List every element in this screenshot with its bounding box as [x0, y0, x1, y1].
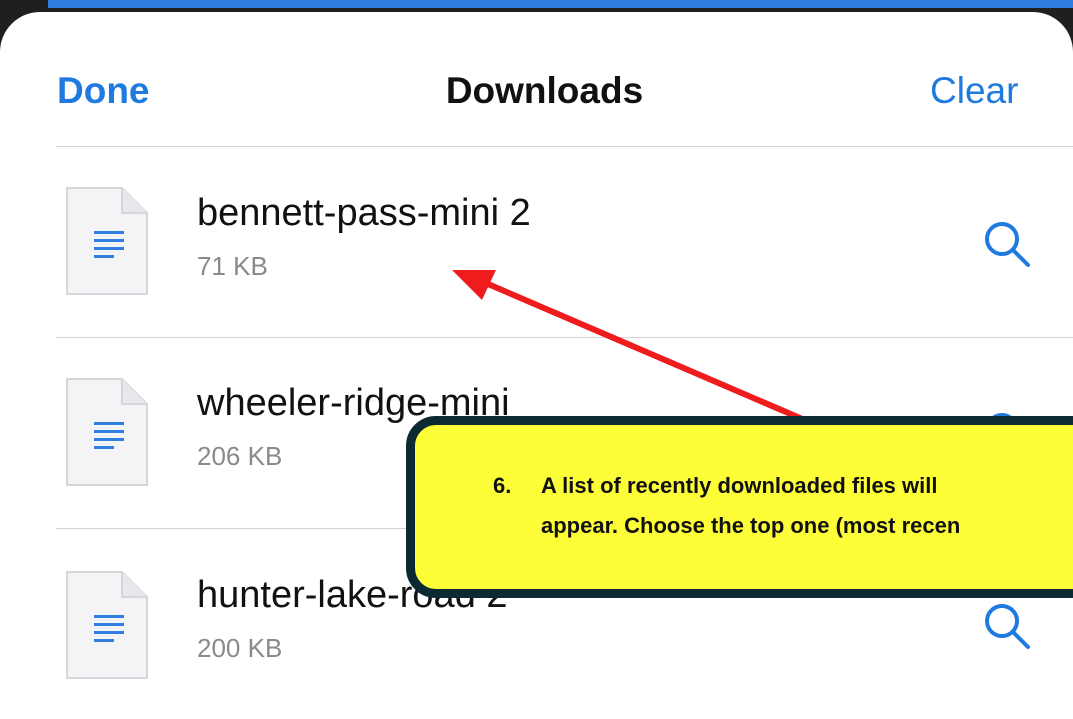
file-size: 206 KB [197, 441, 283, 471]
list-item[interactable]: bennett-pass-mini 2 71 KB [0, 147, 1073, 337]
callout-line-2: appear. Choose the top one (most recen [541, 513, 961, 538]
search-icon[interactable] [980, 217, 1036, 273]
document-icon [66, 378, 148, 486]
callout-text-1: A list of recently downloaded files will [541, 473, 938, 498]
step-number: 6. [493, 473, 512, 498]
downloads-screen: Done Downloads Clear bennett-pass-mini 2… [0, 0, 1073, 719]
background-app-bar [48, 0, 1073, 8]
search-icon[interactable] [980, 599, 1036, 655]
annotation-callout: 6. A list of recently downloaded files wi… [406, 416, 1073, 598]
file-name: bennett-pass-mini 2 [197, 192, 531, 234]
document-icon [66, 571, 148, 679]
callout-line-1: 6. A list of recently downloaded files wi… [493, 473, 937, 499]
document-icon [66, 187, 148, 295]
file-size: 200 KB [197, 633, 283, 663]
file-size: 71 KB [197, 251, 268, 281]
page-title: Downloads [445, 70, 644, 111]
clear-button[interactable]: Clear [930, 70, 1018, 112]
